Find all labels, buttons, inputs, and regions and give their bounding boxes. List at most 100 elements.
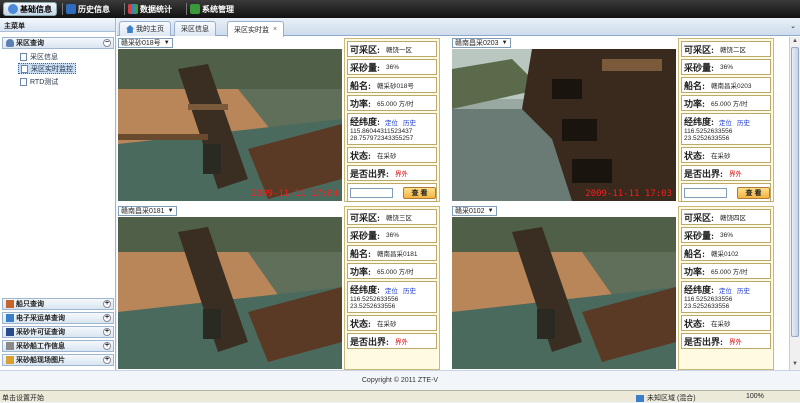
sidebar-item-area-info[interactable]: 采区信息 — [18, 51, 60, 62]
info-row-ship: 船名: 赣采0102 — [681, 245, 771, 261]
sidebar-group-ship-work-info[interactable]: 采砂船工作信息 + — [2, 340, 114, 352]
info-value: 赣饶三区 — [386, 215, 412, 222]
vertical-scrollbar[interactable]: ▲ ▼ — [789, 37, 800, 370]
nav-basic-info[interactable]: 基础信息 — [3, 2, 57, 16]
collapse-icon[interactable]: − — [103, 39, 111, 47]
info-label: 采砂量: — [350, 230, 380, 241]
info-label: 功率: — [684, 266, 705, 277]
expand-icon[interactable]: + — [103, 356, 111, 364]
history-link[interactable]: 历史 — [737, 117, 750, 127]
tab-my-home[interactable]: 我的主页 — [119, 21, 171, 36]
nav-statistics[interactable]: 数据统计 — [128, 2, 172, 16]
sidebar-group-transport-query[interactable]: 电子采运单查询 + — [2, 312, 114, 324]
info-value: 65.000 方/时 — [377, 101, 414, 108]
locate-link[interactable]: 定位 — [385, 285, 398, 295]
query-box: 查 看 — [347, 183, 437, 202]
info-value: 赣采砂018号 — [377, 83, 414, 90]
sidebar-group-label: 船只查询 — [16, 301, 44, 308]
sidebar-item-realtime-monitor[interactable]: 采区实时监控 — [18, 63, 76, 74]
photo-icon — [6, 356, 14, 364]
camera-grid: 赣采砂018号▼ 2009-11-11 17:04 可采区:赣饶一区 采砂量 — [117, 37, 789, 370]
scrollbar-thumb[interactable] — [791, 47, 799, 337]
info-label: 采砂量: — [684, 230, 714, 241]
info-value: 65.000 方/时 — [711, 101, 748, 108]
info-value: 赣南昌采0181 — [377, 251, 418, 258]
info-label: 是否出界: — [684, 336, 723, 347]
info-label: 船名: — [684, 248, 705, 259]
tab-realtime-monitor[interactable]: 采区实时监 × — [227, 21, 285, 37]
info-label: 是否出界: — [684, 168, 723, 179]
history-link[interactable]: 历史 — [403, 117, 416, 127]
tab-area-info[interactable]: 采区信息 — [174, 21, 216, 36]
info-value: 36% — [720, 231, 734, 239]
expand-icon[interactable]: + — [103, 328, 111, 336]
sidebar-group-ship-query[interactable]: 船只查询 + — [2, 298, 114, 310]
longitude-value: 116.5252633556 — [684, 128, 733, 135]
latitude-value: 23.5252633556 — [684, 303, 730, 310]
history-link[interactable]: 历史 — [403, 285, 416, 295]
globe-icon — [636, 394, 644, 402]
info-row-state: 状态: 在采砂 — [681, 147, 771, 163]
info-row-power: 功率: 65.000 方/时 — [681, 95, 771, 111]
expand-icon[interactable]: + — [103, 342, 111, 350]
river-sand-dredger-video-frame — [452, 217, 676, 369]
info-row-out: 是否出界: 界外 — [347, 333, 437, 349]
sidebar-group-area-query[interactable]: 采区查询 − — [2, 37, 114, 49]
query-input[interactable] — [350, 188, 393, 198]
chevron-down-icon[interactable]: ⌄ — [790, 22, 796, 30]
nav-history-info[interactable]: 历史信息 — [66, 2, 110, 16]
expand-icon[interactable]: + — [103, 314, 111, 322]
info-label: 可采区: — [684, 212, 714, 223]
zoom-level[interactable]: 100% — [746, 393, 764, 400]
home-icon — [8, 4, 18, 14]
sidebar-group-license-query[interactable]: 采砂许可证查询 + — [2, 326, 114, 338]
ship-info-panel: 可采区: 赣饶二区 采砂量: 36% 船名: 赣南昌采0203 功率: 65.000 方… — [678, 38, 774, 202]
tab-label: 采区实时监 — [234, 26, 269, 34]
info-row-sand: 采砂量: 36% — [347, 227, 437, 243]
locate-link[interactable]: 定位 — [385, 117, 398, 127]
camera-select[interactable]: 赣采0102 ▼ — [452, 206, 497, 216]
camera-select[interactable]: 赣南昌采0181 ▼ — [118, 206, 177, 216]
latitude-value: 28.757972343355257 — [350, 135, 414, 142]
sidebar-item-rtd-test[interactable]: RTD测试 — [18, 76, 60, 87]
expand-icon[interactable]: + — [103, 300, 111, 308]
close-icon[interactable]: × — [273, 26, 277, 33]
latitude-value: 23.5252633556 — [684, 135, 730, 142]
sidebar: 主菜单 采区查询 − 采区信息 采区实时监控 RTD测试 船只查询 + 电子采运… — [0, 18, 116, 370]
info-label: 采砂量: — [684, 62, 714, 73]
info-row-area: 可采区: 赣饶三区 — [347, 209, 437, 225]
info-row-power: 功率: 65.000 方/时 — [347, 95, 437, 111]
locate-link[interactable]: 定位 — [719, 285, 732, 295]
camera-select[interactable]: 赣南昌采0203 ▼ — [452, 38, 511, 48]
info-row-state: 状态: 在采砂 — [347, 315, 437, 331]
video-feed — [118, 217, 342, 369]
info-value: 赣采0102 — [711, 251, 739, 258]
info-value: 36% — [386, 63, 400, 71]
info-value: 界外 — [395, 171, 408, 178]
document-icon — [20, 52, 27, 61]
document-icon — [20, 77, 27, 86]
sidebar-group-ship-photos[interactable]: 采砂船现场图片 + — [2, 354, 114, 366]
history-link[interactable]: 历史 — [737, 285, 750, 295]
scroll-down-icon[interactable]: ▼ — [791, 361, 799, 369]
view-button[interactable]: 查 看 — [737, 187, 770, 199]
video-timestamp: 2009-11-11 17:03 — [585, 189, 672, 199]
camera-select-value: 赣南昌采0203 — [455, 40, 499, 47]
tab-label: 采区信息 — [181, 26, 209, 33]
view-button[interactable]: 查 看 — [403, 187, 436, 199]
info-row-out: 是否出界: 界外 — [347, 165, 437, 181]
camera-panel: 赣南昌采0203▼ 2009-11-11 17:03 可采区:赣饶二区 采砂 — [451, 37, 781, 203]
query-input[interactable] — [684, 188, 727, 198]
sidebar-group-label: 采砂许可证查询 — [16, 329, 65, 336]
info-row-out: 是否出界: 界外 — [681, 333, 771, 349]
info-value: 在采砂 — [711, 321, 731, 328]
info-row-area: 可采区: 赣饶二区 — [681, 41, 771, 57]
scroll-up-icon[interactable]: ▲ — [791, 38, 799, 46]
info-label: 状态: — [684, 150, 705, 161]
home-icon — [6, 314, 14, 322]
info-label: 状态: — [350, 150, 371, 161]
latitude-value: 23.5252633556 — [350, 303, 396, 310]
locate-link[interactable]: 定位 — [719, 117, 732, 127]
nav-system-admin[interactable]: 系统管理 — [190, 2, 234, 16]
camera-select[interactable]: 赣采砂018号 ▼ — [118, 38, 173, 48]
